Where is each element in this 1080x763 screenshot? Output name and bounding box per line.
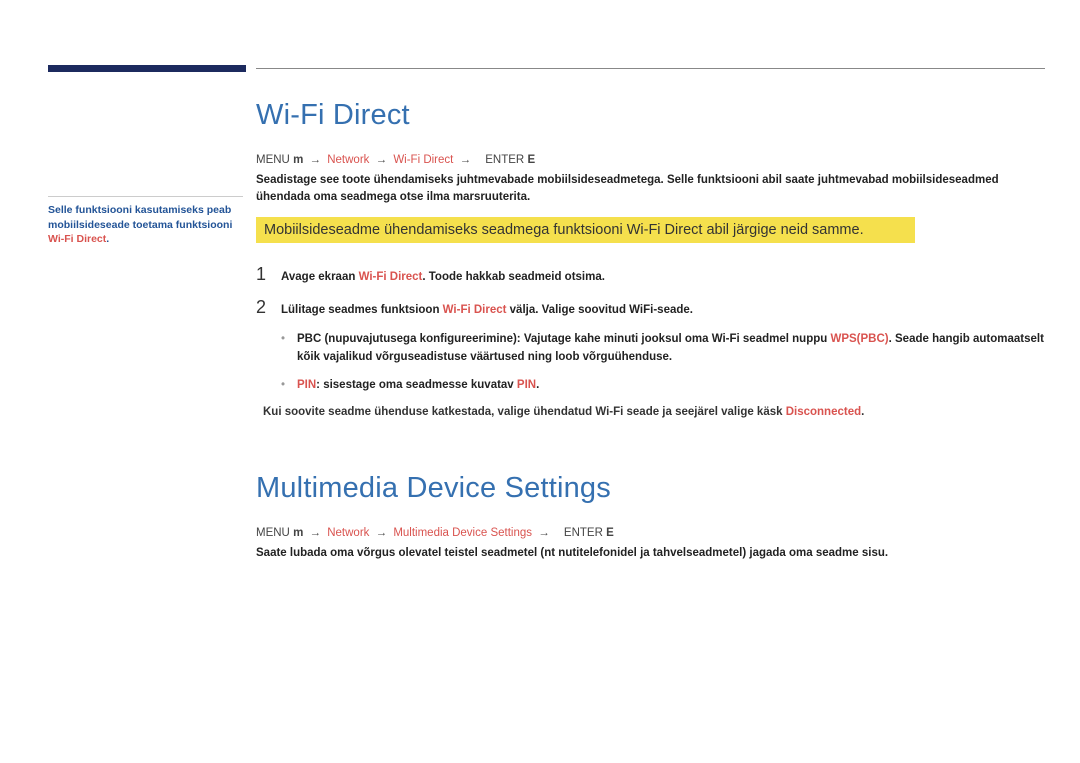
step-2-number: 2 bbox=[256, 297, 281, 318]
section2-breadcrumb: MENU m → Network → Multimedia Device Set… bbox=[256, 527, 1045, 539]
step-1-post: . Toode hakkab seadmeid otsima. bbox=[422, 271, 605, 283]
sub2-a: : sisestage oma seadmesse kuvatav bbox=[316, 379, 517, 391]
menu-icon: m bbox=[293, 154, 303, 166]
section2-title: Multimedia Device Settings bbox=[256, 472, 1045, 505]
arrow-icon: → bbox=[310, 154, 322, 166]
sidebar-note-part1: Selle funktsiooni kasutamiseks peab mobi… bbox=[48, 204, 232, 231]
step-2-pre: Lülitage seadmes funktsioon bbox=[281, 304, 443, 316]
step-1-pre: Avage ekraan bbox=[281, 271, 359, 283]
header-divider bbox=[256, 68, 1045, 69]
bullet-icon: • bbox=[281, 377, 297, 395]
section1-breadcrumb: MENU m → Network → Wi-Fi Direct → ENTER … bbox=[256, 154, 1045, 166]
step-2-text: Lülitage seadmes funktsioon Wi-Fi Direct… bbox=[281, 302, 693, 319]
sub1-wps: WPS(PBC) bbox=[830, 333, 888, 345]
breadcrumb-enter: ENTER bbox=[485, 154, 524, 166]
sub-item-pbc: • PBC (nupuvajutusega konfigureerimine):… bbox=[281, 331, 1045, 367]
sub2-pin2: PIN bbox=[517, 379, 536, 391]
section2: Multimedia Device Settings MENU m → Netw… bbox=[256, 472, 1045, 562]
step-1-wifi: Wi-Fi Direct bbox=[359, 271, 423, 283]
step-1-text: Avage ekraan Wi-Fi Direct. Toode hakkab … bbox=[281, 269, 605, 286]
breadcrumb-wifi-direct: Wi-Fi Direct bbox=[393, 154, 453, 166]
step-2-wifi: Wi-Fi Direct bbox=[443, 304, 507, 316]
note-pre: Kui soovite seadme ühenduse katkestada, … bbox=[263, 406, 786, 418]
arrow-icon: → bbox=[460, 154, 472, 166]
enter-icon: E bbox=[527, 154, 535, 166]
sub-item-pbc-text: PBC (nupuvajutusega konfigureerimine): V… bbox=[297, 331, 1045, 367]
sub2-pin: PIN bbox=[297, 379, 316, 391]
step-1: 1 Avage ekraan Wi-Fi Direct. Toode hakka… bbox=[256, 264, 1045, 286]
sidebar-note: Selle funktsiooni kasutamiseks peab mobi… bbox=[48, 196, 243, 247]
sub-item-pin-text: PIN: sisestage oma seadmesse kuvatav PIN… bbox=[297, 377, 539, 395]
arrow-icon: → bbox=[538, 527, 550, 539]
section2-description: Saate lubada oma võrgus olevatel teistel… bbox=[256, 545, 1045, 562]
arrow-icon: → bbox=[376, 527, 388, 539]
sidebar-note-text: Selle funktsiooni kasutamiseks peab mobi… bbox=[48, 203, 243, 247]
note-period: . bbox=[861, 406, 864, 418]
sub1-b: Vajutage kahe minuti jooksul oma Wi-Fi s… bbox=[524, 333, 831, 345]
sub-list: • PBC (nupuvajutusega konfigureerimine):… bbox=[281, 331, 1045, 394]
breadcrumb-menu: MENU bbox=[256, 154, 290, 166]
breadcrumb-menu: MENU bbox=[256, 527, 290, 539]
section1-note: Kui soovite seadme ühenduse katkestada, … bbox=[263, 404, 1045, 421]
header-accent-bar bbox=[48, 65, 246, 72]
bullet-icon: • bbox=[281, 331, 297, 367]
step-2: 2 Lülitage seadmes funktsioon Wi-Fi Dire… bbox=[256, 297, 1045, 319]
breadcrumb-mds: Multimedia Device Settings bbox=[393, 527, 532, 539]
sub-item-pin: • PIN: sisestage oma seadmesse kuvatav P… bbox=[281, 377, 1045, 395]
breadcrumb-network: Network bbox=[327, 527, 369, 539]
breadcrumb-network: Network bbox=[327, 154, 369, 166]
sidebar-note-period: . bbox=[106, 233, 109, 245]
enter-icon: E bbox=[606, 527, 614, 539]
arrow-icon: → bbox=[310, 527, 322, 539]
main-content: Wi-Fi Direct MENU m → Network → Wi-Fi Di… bbox=[256, 99, 1045, 572]
arrow-icon: → bbox=[376, 154, 388, 166]
step-2-post: välja. Valige soovitud WiFi-seade. bbox=[506, 304, 693, 316]
section1-title: Wi-Fi Direct bbox=[256, 99, 1045, 132]
sub2-period: . bbox=[536, 379, 539, 391]
sidebar-note-wifi: Wi-Fi Direct bbox=[48, 233, 106, 245]
menu-icon: m bbox=[293, 527, 303, 539]
step-1-number: 1 bbox=[256, 264, 281, 285]
breadcrumb-enter: ENTER bbox=[564, 527, 603, 539]
note-disc: Disconnected bbox=[786, 406, 861, 418]
sub1-a: PBC (nupuvajutusega konfigureerimine): bbox=[297, 333, 521, 345]
section1-description: Seadistage see toote ühendamiseks juhtme… bbox=[256, 172, 1045, 207]
section1-highlight: Mobiilsideseadme ühendamiseks seadmega f… bbox=[256, 217, 915, 243]
